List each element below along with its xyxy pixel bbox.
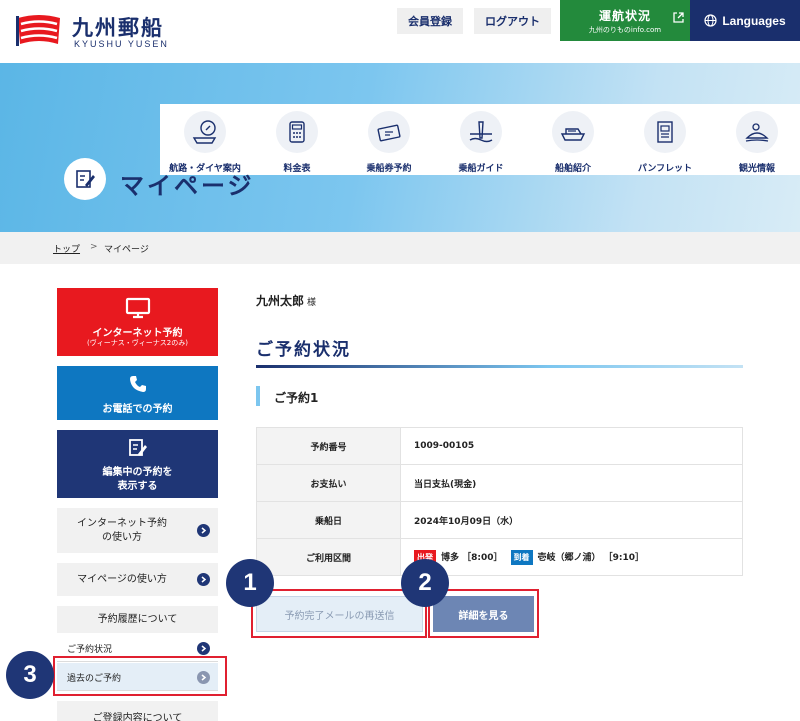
nav-item-route[interactable]: 航路・ダイヤ案内 xyxy=(160,104,250,175)
global-nav: 航路・ダイヤ案内 料金表 乗船券予約 乗船ガイド 船舶紹介 パンフレット 観光情… xyxy=(160,104,800,175)
nav-item-tourism[interactable]: 観光情報 xyxy=(712,104,800,175)
phone-reservation-label: お電話での予約 xyxy=(102,404,173,415)
company-flag-icon xyxy=(16,15,60,46)
arrival-tag: 到着 xyxy=(510,549,533,565)
languages-label: Languages xyxy=(722,13,786,28)
highlight-box-1 xyxy=(251,589,427,638)
ticket-icon xyxy=(368,111,410,153)
nav-label: 乗船券予約 xyxy=(366,164,412,174)
row-label: 予約番号 xyxy=(256,427,401,465)
breadcrumb-current: マイページ xyxy=(104,245,149,255)
departure-value: 博多 ［8:00］ xyxy=(441,552,503,563)
table-row: ご利用区間 出発 博多 ［8:00］ 到着 壱岐（郷ノ浦） ［9:10］ xyxy=(256,538,743,576)
pier-guide-icon xyxy=(460,111,502,153)
callout-number-1: 1 xyxy=(226,559,274,607)
page-title: マイページ xyxy=(120,172,255,200)
payment-method: 当日支払(現金) xyxy=(400,464,743,502)
history-heading: 予約履歴について xyxy=(57,606,218,633)
edit-note-icon xyxy=(64,158,106,200)
section-divider xyxy=(256,365,743,368)
nav-item-fare[interactable]: 料金表 xyxy=(252,104,342,175)
nav-item-guide[interactable]: 乗船ガイド xyxy=(436,104,526,175)
nav-label: 船舶紹介 xyxy=(554,164,591,174)
operation-status-button[interactable]: 運航状況 九州のりものinfo.com xyxy=(560,0,690,41)
nav-label: 乗船ガイド xyxy=(458,164,504,174)
phone-reservation-button[interactable]: お電話での予約 xyxy=(57,366,218,420)
howto-internet-line2: の使い方 xyxy=(102,532,142,543)
breadcrumb: トップ > マイページ xyxy=(0,232,800,264)
section-title: ご予約状況 xyxy=(256,340,351,360)
reservation-table: 予約番号 1009-00105 お支払い 当日支払(現金) 乗船日 2024年1… xyxy=(256,427,743,576)
howto-mypage-link[interactable]: マイページの使い方 xyxy=(57,563,218,596)
user-honorific: 様 xyxy=(307,298,317,308)
editing-reservation-line2: 表示する xyxy=(117,481,158,492)
status-sub-label: 九州のりものinfo.com xyxy=(588,26,662,34)
row-label: ご利用区間 xyxy=(256,538,401,576)
calculator-icon xyxy=(276,111,318,153)
chevron-right-icon xyxy=(197,524,210,537)
logo-subtitle: KYUSHU YUSEN xyxy=(74,39,169,49)
ship-icon xyxy=(552,111,594,153)
external-link-icon xyxy=(673,12,684,23)
route-cell: 出発 博多 ［8:00］ 到着 壱岐（郷ノ浦） ［9:10］ xyxy=(400,538,743,576)
nav-item-pamphlet[interactable]: パンフレット xyxy=(620,104,710,175)
registration-heading: ご登録内容について xyxy=(57,701,218,721)
history-item-label: ご予約状況 xyxy=(67,645,113,655)
user-name-text: 九州太郎 xyxy=(256,294,305,308)
globe-icon xyxy=(704,14,717,27)
languages-button[interactable]: Languages xyxy=(690,0,800,41)
table-row: 乗船日 2024年10月09日（水） xyxy=(256,501,743,539)
nav-label: パンフレット xyxy=(637,164,693,174)
nav-item-ships[interactable]: 船舶紹介 xyxy=(528,104,618,175)
highlight-box-3 xyxy=(53,656,227,696)
breadcrumb-separator: > xyxy=(90,242,98,252)
boarding-date: 2024年10月09日（水） xyxy=(400,501,743,539)
internet-reservation-label: インターネット予約 xyxy=(92,328,183,339)
subsection-marker xyxy=(256,386,260,406)
row-label: 乗船日 xyxy=(256,501,401,539)
hero-banner: 航路・ダイヤ案内 料金表 乗船券予約 乗船ガイド 船舶紹介 パンフレット 観光情… xyxy=(0,63,800,232)
phone-icon xyxy=(57,375,218,393)
user-name: 九州太郎様 xyxy=(256,292,316,309)
howto-internet-link[interactable]: インターネット予約 の使い方 xyxy=(57,508,218,553)
member-register-button[interactable]: 会員登録 xyxy=(397,8,463,34)
site-logo[interactable]: 九州郵船 KYUSHU YUSEN xyxy=(14,12,194,52)
compass-ship-icon xyxy=(184,111,226,153)
status-main-label: 運航状況 xyxy=(598,9,651,23)
chevron-right-icon xyxy=(197,573,210,586)
internet-reservation-note: (ヴィーナス・ヴィーナス2のみ) xyxy=(87,339,188,347)
logout-button[interactable]: ログアウト xyxy=(474,8,551,34)
arrival-value: 壱岐（郷ノ浦） ［9:10］ xyxy=(537,552,645,563)
monitor-icon xyxy=(57,297,218,319)
breadcrumb-top-link[interactable]: トップ xyxy=(53,242,80,255)
nav-label: 観光情報 xyxy=(738,164,775,174)
edit-document-icon xyxy=(57,438,218,458)
reservation-title: ご予約1 xyxy=(274,391,319,405)
row-label: お支払い xyxy=(256,464,401,502)
callout-number-3: 3 xyxy=(6,651,54,699)
internet-reservation-button[interactable]: インターネット予約 (ヴィーナス・ヴィーナス2のみ) xyxy=(57,288,218,356)
reservation-number: 1009-00105 xyxy=(400,427,743,465)
island-icon xyxy=(736,111,778,153)
table-row: お支払い 当日支払(現金) xyxy=(256,464,743,502)
logo-name: 九州郵船 xyxy=(72,15,164,40)
pamphlet-icon xyxy=(644,111,686,153)
editing-reservation-button[interactable]: 編集中の予約を 表示する xyxy=(57,430,218,498)
howto-mypage-label: マイページの使い方 xyxy=(77,574,167,585)
editing-reservation-line1: 編集中の予約を xyxy=(102,467,173,478)
nav-label: 料金表 xyxy=(283,164,311,174)
table-row: 予約番号 1009-00105 xyxy=(256,427,743,465)
nav-item-ticket[interactable]: 乗船券予約 xyxy=(344,104,434,175)
callout-number-2: 2 xyxy=(401,559,449,607)
howto-internet-line1: インターネット予約 xyxy=(77,518,167,529)
chevron-right-icon xyxy=(197,642,210,655)
site-header: 九州郵船 KYUSHU YUSEN 会員登録 ログアウト 運航状況 九州のりもの… xyxy=(0,0,800,63)
